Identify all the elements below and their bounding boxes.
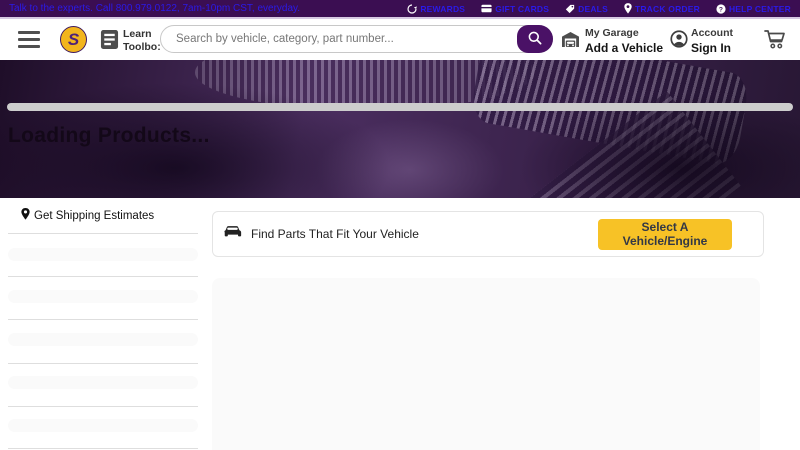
sidebar-skeleton-row <box>8 376 198 389</box>
search-input[interactable] <box>176 28 506 50</box>
main-header: S Learn Toolbo: My Garage Add a Vehicle <box>0 19 800 60</box>
help-center-link[interactable]: ? HELP CENTER <box>716 4 791 14</box>
hero-banner: Loading Products... <box>0 60 800 198</box>
deals-link[interactable]: DEALS <box>565 4 608 14</box>
speedway-logo[interactable]: S <box>60 26 87 53</box>
products-loading-skeleton <box>212 278 760 450</box>
account-sign-in-link[interactable]: Account Sign In <box>691 27 733 56</box>
track-order-link[interactable]: TRACK ORDER <box>624 3 700 14</box>
help-icon: ? <box>716 4 726 14</box>
logo-letter: S <box>68 31 79 48</box>
sidebar-skeleton-row <box>8 419 198 432</box>
vehicle-fit-card: Find Parts That Fit Your Vehicle Select … <box>212 211 764 257</box>
tag-icon <box>565 4 575 14</box>
cart-icon[interactable] <box>764 29 786 54</box>
shipping-estimates-link[interactable]: Get Shipping Estimates <box>21 208 154 223</box>
main-column: Find Parts That Fit Your Vehicle Select … <box>212 198 764 450</box>
garage-icon[interactable] <box>561 31 580 53</box>
toolbox-list-icon[interactable] <box>100 29 119 55</box>
content-area: Get Shipping Estimates Find Parts That F… <box>0 198 800 450</box>
rewards-icon <box>407 4 417 14</box>
loading-progress-bar <box>7 103 793 111</box>
location-pin-icon <box>21 208 30 223</box>
utility-links: REWARDS GIFT CARDS DEALS TRACK ORDER ? H… <box>407 3 791 14</box>
learn-toolbox-link[interactable]: Learn Toolbo: <box>123 28 161 54</box>
search-button[interactable] <box>517 25 553 53</box>
phone-support-message: Talk to the experts. Call 800.979.0122, … <box>9 3 300 14</box>
search-bar <box>160 25 553 53</box>
gift-cards-link[interactable]: GIFT CARDS <box>481 4 549 14</box>
page: Talk to the experts. Call 800.979.0122, … <box>0 0 800 450</box>
sidebar-divider <box>8 276 198 277</box>
sidebar-skeleton-row <box>8 333 198 346</box>
gift-card-icon <box>481 4 492 13</box>
loading-products-text: Loading Products... <box>8 124 210 148</box>
sidebar-divider <box>8 448 198 449</box>
sidebar-divider <box>8 233 198 234</box>
pin-icon <box>624 3 632 14</box>
select-vehicle-button[interactable]: Select A Vehicle/Engine <box>598 219 732 250</box>
fit-prompt-text: Find Parts That Fit Your Vehicle <box>251 227 419 241</box>
engine-blower-graphic <box>469 60 751 167</box>
sidebar-divider <box>8 363 198 364</box>
search-icon <box>527 30 543 49</box>
svg-text:?: ? <box>719 6 723 13</box>
rewards-link[interactable]: REWARDS <box>407 4 465 14</box>
sidebar-skeleton-row <box>8 248 198 261</box>
car-icon <box>223 225 242 244</box>
account-icon[interactable] <box>670 30 688 53</box>
sidebar-skeleton-row <box>8 290 198 303</box>
engine-highlight-graphic <box>280 100 540 198</box>
my-garage-link[interactable]: My Garage Add a Vehicle <box>585 27 663 56</box>
filters-sidebar: Get Shipping Estimates <box>8 198 198 450</box>
top-utility-bar: Talk to the experts. Call 800.979.0122, … <box>0 0 800 17</box>
sidebar-divider <box>8 406 198 407</box>
menu-hamburger-icon[interactable] <box>18 31 40 48</box>
sidebar-divider <box>8 319 198 320</box>
